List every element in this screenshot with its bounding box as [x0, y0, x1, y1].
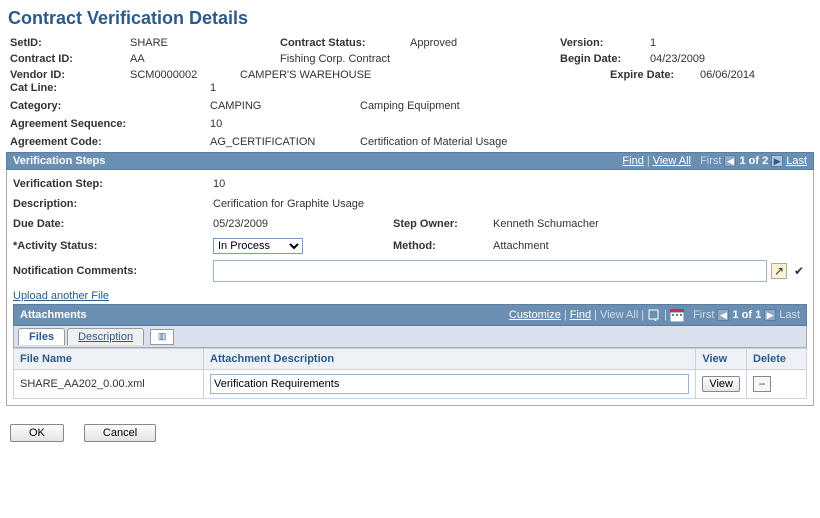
table-header-row: File Name Attachment Description View De…	[14, 349, 807, 370]
ok-button[interactable]: OK	[10, 424, 64, 442]
verification-steps-title: Verification Steps	[13, 155, 105, 167]
header-row-category: Category: CAMPING Camping Equipment	[6, 100, 814, 112]
first-link: First	[700, 155, 721, 167]
last-link[interactable]: Last	[786, 155, 807, 167]
attachments-table: File Name Attachment Description View De…	[13, 348, 807, 399]
due-date-label: Due Date:	[13, 218, 213, 230]
agreement-code-label: Agreement Code:	[10, 136, 210, 148]
col-view[interactable]: View	[696, 349, 747, 370]
agreement-code-desc-value: Certification of Material Usage	[360, 136, 620, 148]
find-link[interactable]: Find	[622, 155, 643, 167]
version-label: Version:	[560, 37, 650, 49]
due-date-value: 05/23/2009	[213, 218, 393, 230]
agreement-code-value: AG_CERTIFICATION	[210, 136, 360, 148]
header-row-agreement-code: Agreement Code: AG_CERTIFICATION Certifi…	[6, 136, 814, 148]
begin-date-label: Begin Date:	[560, 53, 650, 65]
view-all-link[interactable]: View All	[653, 155, 691, 167]
prev-arrow-icon: ◀	[724, 155, 736, 167]
step-label: Verification Step:	[13, 178, 213, 190]
category-label: Category:	[10, 100, 210, 112]
header-row-1: SetID: SHARE Contract Status: Approved V…	[6, 37, 814, 49]
contract-id-label: Contract ID:	[10, 53, 130, 65]
tab-files[interactable]: Files	[18, 328, 65, 345]
attach-next-arrow-icon: ▶	[764, 309, 776, 321]
expire-date-value: 06/06/2014	[700, 69, 800, 81]
spellcheck-icon[interactable]: ✔	[791, 263, 807, 279]
vendor-id-value: SCM0000002	[130, 69, 240, 81]
step-value: 10	[213, 178, 393, 190]
download-icon[interactable]	[670, 309, 684, 322]
agreement-seq-value: 10	[210, 118, 610, 130]
vendor-id-label: Vendor ID:	[10, 69, 130, 81]
cancel-button[interactable]: Cancel	[84, 424, 156, 442]
col-delete[interactable]: Delete	[747, 349, 807, 370]
attach-find-link[interactable]: Find	[570, 309, 591, 321]
description-cell	[204, 370, 696, 399]
version-value: 1	[650, 37, 750, 49]
file-name-cell: SHARE_AA202_0.00.xml	[14, 370, 204, 399]
vendor-name-value: CAMPER'S WAREHOUSE	[240, 69, 610, 81]
setid-value: SHARE	[130, 37, 280, 49]
attachment-description-input[interactable]	[210, 374, 689, 394]
header-row-2: Contract ID: AA Fishing Corp. Contract B…	[6, 53, 814, 65]
notification-row: Notification Comments: ↗ ✔	[13, 260, 807, 282]
attach-last-link: Last	[779, 309, 800, 321]
attachments-tabs: Files Description ▥	[13, 326, 807, 348]
step-owner-label: Step Owner:	[393, 218, 493, 230]
cat-line-value: 1	[210, 82, 610, 94]
tab-description[interactable]: Description	[67, 328, 144, 345]
attach-first-link: First	[693, 309, 714, 321]
col-file-name[interactable]: File Name	[14, 349, 204, 370]
header-row-catline: Cat Line: 1	[6, 82, 814, 94]
attach-prev-arrow-icon: ◀	[717, 309, 729, 321]
agreement-seq-label: Agreement Sequence:	[10, 118, 210, 130]
verification-steps-bar: Verification Steps Find | View All First…	[6, 152, 814, 170]
cat-line-label: Cat Line:	[10, 82, 210, 94]
page-title: Contract Verification Details	[8, 8, 814, 29]
activity-status-cell: In Process	[213, 238, 393, 254]
expand-icon[interactable]: ↗	[771, 263, 787, 279]
setid-label: SetID:	[10, 37, 130, 49]
col-attachment-description[interactable]: Attachment Description	[204, 349, 696, 370]
method-value: Attachment	[493, 240, 693, 252]
step-description-label: Description:	[13, 198, 213, 210]
activity-status-select[interactable]: In Process	[213, 238, 303, 254]
begin-date-value: 04/23/2009	[650, 53, 750, 65]
attachments-bar: Attachments Customize | Find | View All …	[13, 304, 807, 326]
attach-view-all-link: View All	[600, 309, 638, 321]
expire-date-label: Expire Date:	[610, 69, 700, 81]
contract-name-value: Fishing Corp. Contract	[280, 53, 560, 65]
next-arrow-icon[interactable]: ▶	[771, 155, 783, 167]
nav-sep: |	[647, 155, 650, 167]
header-row-agreement-seq: Agreement Sequence: 10	[6, 118, 814, 130]
category-desc-value: Camping Equipment	[360, 100, 620, 112]
delete-cell: −	[747, 370, 807, 399]
method-label: Method:	[393, 240, 493, 252]
contract-id-value: AA	[130, 53, 280, 65]
table-row: SHARE_AA202_0.00.xml View −	[14, 370, 807, 399]
show-all-tabs-icon[interactable]: ▥	[150, 329, 174, 345]
step-description-value: Cerification for Graphite Usage	[213, 198, 693, 210]
upload-file-link[interactable]: Upload another File	[13, 290, 109, 302]
delete-button[interactable]: −	[753, 376, 771, 392]
contract-status-label: Contract Status:	[280, 37, 410, 49]
view-cell: View	[696, 370, 747, 399]
activity-status-label: *Activity Status:	[13, 240, 213, 252]
attachments-title: Attachments	[20, 309, 87, 321]
attach-nav-counter: 1 of 1	[732, 309, 761, 321]
verification-steps-body: Verification Step: 10 Description: Cerif…	[6, 170, 814, 406]
verification-steps-nav: Find | View All First ◀ 1 of 2 ▶ Last	[622, 155, 807, 167]
zoom-icon[interactable]	[647, 307, 661, 323]
contract-status-value: Approved	[410, 37, 560, 49]
attachments-nav: Customize | Find | View All | | First ◀ …	[509, 307, 800, 323]
nav-counter: 1 of 2	[739, 155, 768, 167]
notification-input[interactable]	[213, 260, 767, 282]
category-value: CAMPING	[210, 100, 360, 112]
customize-link[interactable]: Customize	[509, 309, 561, 321]
step-owner-value: Kenneth Schumacher	[493, 218, 693, 230]
notification-label: Notification Comments:	[13, 265, 209, 277]
footer-buttons: OK Cancel	[6, 424, 814, 442]
header-row-vendor: Vendor ID: SCM0000002 CAMPER'S WAREHOUSE…	[6, 69, 814, 81]
view-button[interactable]: View	[702, 376, 740, 392]
